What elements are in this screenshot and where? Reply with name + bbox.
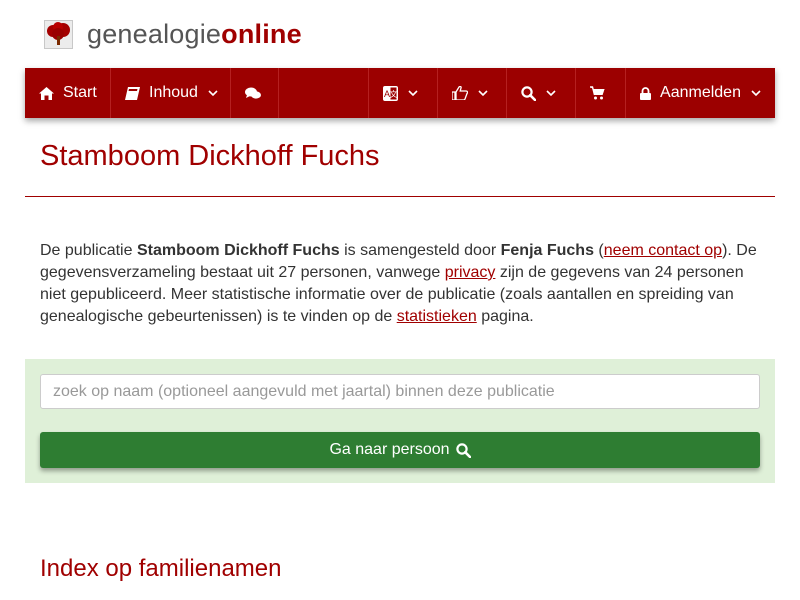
- page-title: Stamboom Dickhoff Fuchs: [40, 140, 380, 172]
- person-search-panel: Ga naar persoon: [25, 359, 775, 483]
- nav-start-label: Start: [63, 84, 97, 101]
- intro-text: pagina.: [476, 308, 534, 325]
- nav-login-label: Aanmelden: [660, 84, 741, 101]
- intro-text: De publicatie: [40, 242, 137, 259]
- nav-spacer: [279, 68, 369, 118]
- publication-intro: De publicatie Stamboom Dickhoff Fuchs is…: [40, 240, 765, 328]
- comments-icon: [245, 87, 261, 100]
- privacy-link[interactable]: privacy: [445, 264, 496, 281]
- thumbs-up-icon: [452, 86, 468, 100]
- go-to-person-button[interactable]: Ga naar persoon: [40, 432, 760, 468]
- chevron-down-icon: [546, 89, 556, 97]
- intro-text: (: [593, 242, 604, 259]
- nav-start[interactable]: Start: [25, 68, 111, 118]
- nav-recommend[interactable]: [438, 68, 507, 118]
- language-icon: A文: [383, 85, 398, 101]
- nav-search[interactable]: [507, 68, 576, 118]
- lock-icon: [640, 86, 652, 100]
- chevron-down-icon: [478, 89, 488, 97]
- chevron-down-icon: [208, 89, 218, 97]
- intro-text: is samengesteld door: [339, 242, 501, 259]
- chevron-down-icon: [408, 89, 418, 97]
- statistics-link[interactable]: statistieken: [397, 308, 477, 325]
- contact-link[interactable]: neem contact op: [604, 242, 722, 259]
- title-divider: [25, 196, 775, 197]
- author-name: Fenja Fuchs: [500, 242, 594, 259]
- search-icon: [450, 442, 471, 458]
- chevron-down-icon: [751, 89, 761, 97]
- surname-index-heading: Index op familienamen: [40, 555, 282, 582]
- main-navbar: Start Inhoud A文 Aanmelden: [25, 68, 775, 118]
- nav-inhoud-label: Inhoud: [149, 84, 198, 101]
- home-icon: [39, 86, 54, 100]
- person-search-input[interactable]: [40, 374, 760, 409]
- nav-language[interactable]: A文: [369, 68, 438, 118]
- nav-login[interactable]: Aanmelden: [626, 68, 775, 118]
- cart-icon: [590, 86, 605, 100]
- logo-text: genealogieonline: [87, 18, 302, 49]
- book-icon: [125, 86, 140, 100]
- search-icon: [521, 85, 536, 101]
- nav-forum[interactable]: [231, 68, 279, 118]
- publication-name: Stamboom Dickhoff Fuchs: [136, 242, 340, 259]
- svg-text:文: 文: [390, 89, 398, 99]
- go-to-person-label: Ga naar persoon: [329, 441, 450, 458]
- tree-logo-icon: [44, 19, 73, 49]
- nav-inhoud[interactable]: Inhoud: [111, 68, 231, 118]
- site-logo[interactable]: genealogieonline: [44, 18, 302, 50]
- nav-shop[interactable]: [576, 68, 626, 118]
